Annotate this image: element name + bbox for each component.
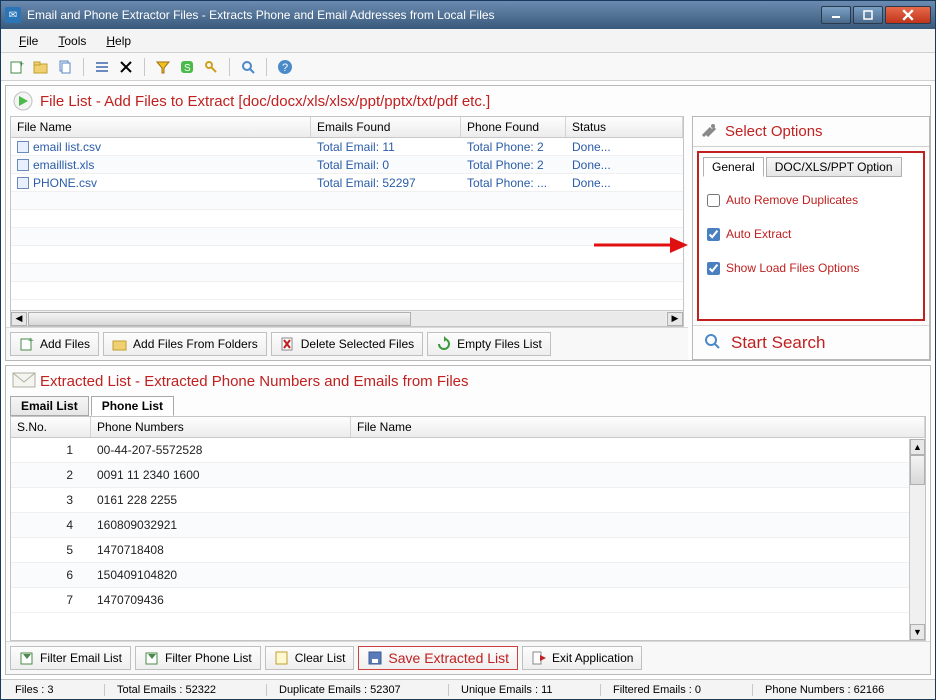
- delete-selected-button[interactable]: Delete Selected Files: [271, 332, 423, 356]
- maximize-button[interactable]: [853, 6, 883, 24]
- list-icon[interactable]: [92, 57, 112, 77]
- chk-label: Auto Extract: [726, 227, 791, 241]
- table-row[interactable]: 51470718408: [11, 538, 925, 563]
- filelist-title: File List - Add Files to Extract [doc/do…: [40, 93, 490, 110]
- search-icon[interactable]: [238, 57, 258, 77]
- chk-auto-extract[interactable]: [707, 228, 720, 241]
- table-row[interactable]: email list.csvTotal Email: 11Total Phone…: [11, 138, 683, 156]
- svg-text:+: +: [28, 336, 34, 347]
- status-phone-numbers: Phone Numbers : 62166: [755, 684, 931, 696]
- add-files-button[interactable]: + Add Files: [10, 332, 99, 356]
- vertical-scrollbar[interactable]: ▲ ▼: [909, 439, 925, 640]
- add-folders-button[interactable]: Add Files From Folders: [103, 332, 267, 356]
- svg-text:+: +: [19, 59, 24, 69]
- menu-help[interactable]: Help: [96, 32, 141, 50]
- clear-icon: [274, 650, 290, 666]
- status-dup-emails: Duplicate Emails : 52307: [269, 684, 449, 696]
- filter-phone-button[interactable]: Filter Phone List: [135, 646, 261, 670]
- app-icon: ✉: [5, 7, 21, 23]
- col-sno[interactable]: S.No.: [11, 417, 91, 437]
- svg-text:?: ?: [282, 62, 288, 74]
- col-emails[interactable]: Emails Found: [311, 117, 461, 137]
- table-row: [11, 264, 683, 282]
- tab-phone-list[interactable]: Phone List: [91, 396, 174, 416]
- status-filtered-emails: Filtered Emails : 0: [603, 684, 753, 696]
- search-icon: [703, 332, 721, 353]
- tab-email-list[interactable]: Email List: [10, 396, 89, 416]
- status-unique-emails: Unique Emails : 11: [451, 684, 601, 696]
- minimize-button[interactable]: [821, 6, 851, 24]
- menubar: File Tools Help: [1, 29, 935, 53]
- table-row: [11, 228, 683, 246]
- status-files: Files : 3: [5, 684, 105, 696]
- window-title: Email and Phone Extractor Files - Extrac…: [27, 8, 819, 22]
- horizontal-scrollbar[interactable]: ◀ ▶: [11, 310, 683, 326]
- delete-file-icon: [280, 336, 296, 352]
- folder-icon: [112, 336, 128, 352]
- menu-tools[interactable]: Tools: [48, 32, 96, 50]
- tools-icon: [699, 120, 719, 143]
- filter-email-icon: [19, 650, 35, 666]
- exit-icon: [531, 650, 547, 666]
- toolbar: + S ?: [1, 53, 935, 81]
- copy-icon[interactable]: [55, 57, 75, 77]
- chk-show-load-options[interactable]: [707, 262, 720, 275]
- add-file-icon: +: [19, 336, 35, 352]
- skype-icon[interactable]: S: [177, 57, 197, 77]
- chk-auto-remove-dup[interactable]: [707, 194, 720, 207]
- menu-file[interactable]: File: [9, 32, 48, 50]
- phone-table: S.No. Phone Numbers File Name 100-44-207…: [10, 416, 926, 641]
- table-row: [11, 246, 683, 264]
- table-row[interactable]: emaillist.xlsTotal Email: 0Total Phone: …: [11, 156, 683, 174]
- col-filename[interactable]: File Name: [11, 117, 311, 137]
- start-search-button[interactable]: Start Search: [693, 325, 929, 359]
- table-row[interactable]: 100-44-207-5572528: [11, 438, 925, 463]
- status-total-emails: Total Emails : 52322: [107, 684, 267, 696]
- options-body: General DOC/XLS/PPT Option Auto Remove D…: [697, 151, 925, 321]
- extracted-header: Extracted List - Extracted Phone Numbers…: [6, 366, 930, 396]
- tab-general[interactable]: General: [703, 157, 764, 177]
- filter-phone-icon: [144, 650, 160, 666]
- filter-email-button[interactable]: Filter Email List: [10, 646, 131, 670]
- table-row: [11, 210, 683, 228]
- col-file[interactable]: File Name: [351, 417, 925, 437]
- chk-label: Auto Remove Duplicates: [726, 193, 858, 207]
- save-list-button[interactable]: Save Extracted List: [358, 646, 518, 670]
- add-file-icon[interactable]: +: [7, 57, 27, 77]
- chk-label: Show Load Files Options: [726, 261, 859, 275]
- save-icon: [367, 650, 383, 666]
- refresh-icon: [436, 336, 452, 352]
- table-row[interactable]: 30161 228 2255: [11, 488, 925, 513]
- file-table: File Name Emails Found Phone Found Statu…: [10, 116, 684, 327]
- filelist-header: File List - Add Files to Extract [doc/do…: [6, 86, 930, 116]
- help-icon[interactable]: ?: [275, 57, 295, 77]
- clear-list-button[interactable]: Clear List: [265, 646, 355, 670]
- arrow-right-icon: [12, 90, 34, 112]
- envelope-icon: [12, 370, 34, 392]
- empty-list-button[interactable]: Empty Files List: [427, 332, 551, 356]
- col-status[interactable]: Status: [566, 117, 683, 137]
- col-phone[interactable]: Phone Found: [461, 117, 566, 137]
- table-row[interactable]: 4160809032921: [11, 513, 925, 538]
- table-row[interactable]: PHONE.csvTotal Email: 52297Total Phone: …: [11, 174, 683, 192]
- app-window: ✉ Email and Phone Extractor Files - Extr…: [0, 0, 936, 700]
- key-icon[interactable]: [201, 57, 221, 77]
- table-row: [11, 282, 683, 300]
- table-row: [11, 192, 683, 210]
- col-phone[interactable]: Phone Numbers: [91, 417, 351, 437]
- table-row[interactable]: 20091 11 2340 1600: [11, 463, 925, 488]
- close-button[interactable]: [885, 6, 931, 24]
- table-row[interactable]: 71470709436: [11, 588, 925, 613]
- table-row[interactable]: 6150409104820: [11, 563, 925, 588]
- add-folder-icon[interactable]: [31, 57, 51, 77]
- delete-icon[interactable]: [116, 57, 136, 77]
- filter-icon[interactable]: [153, 57, 173, 77]
- exit-button[interactable]: Exit Application: [522, 646, 642, 670]
- options-title: Select Options: [725, 123, 823, 140]
- svg-text:S: S: [184, 63, 191, 74]
- titlebar: ✉ Email and Phone Extractor Files - Extr…: [1, 1, 935, 29]
- tab-docxlsppt[interactable]: DOC/XLS/PPT Option: [766, 157, 902, 177]
- statusbar: Files : 3 Total Emails : 52322 Duplicate…: [1, 679, 935, 699]
- extracted-title: Extracted List - Extracted Phone Numbers…: [40, 373, 469, 390]
